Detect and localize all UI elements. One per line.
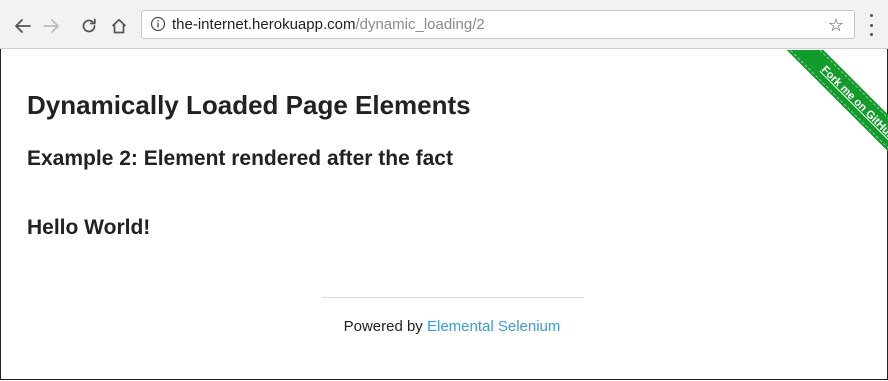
arrow-right-icon <box>43 19 59 33</box>
elemental-selenium-link[interactable]: Elemental Selenium <box>427 318 560 335</box>
home-button[interactable] <box>108 15 130 37</box>
page-title: Dynamically Loaded Page Elements <box>27 90 471 120</box>
arrow-left-icon <box>15 19 31 33</box>
kebab-menu-icon[interactable] <box>864 14 878 36</box>
fork-me-on-github-link[interactable]: Fork me on GitHub <box>779 50 888 182</box>
github-ribbon: Fork me on GitHub <box>738 50 888 200</box>
forward-button[interactable] <box>40 15 62 37</box>
star-icon[interactable]: ☆ <box>828 15 844 35</box>
url-text[interactable]: the-internet.herokuapp.com/dynamic_loadi… <box>172 16 485 34</box>
footer-prefix: Powered by <box>343 318 423 335</box>
finish-text: Hello World! <box>27 216 151 239</box>
reload-button[interactable] <box>78 15 100 37</box>
address-bar[interactable]: the-internet.herokuapp.com/dynamic_loadi… <box>141 10 855 39</box>
home-icon <box>111 18 127 34</box>
back-button[interactable] <box>12 15 34 37</box>
url-host: the-internet.herokuapp.com <box>172 16 356 33</box>
browser-toolbar: the-internet.herokuapp.com/dynamic_loadi… <box>0 0 888 49</box>
footer-divider <box>322 297 584 298</box>
reload-icon <box>82 18 96 33</box>
url-path: /dynamic_loading/2 <box>355 16 485 33</box>
info-icon[interactable] <box>150 16 166 32</box>
example-title: Example 2: Element rendered after the fa… <box>27 147 453 170</box>
footer: Powered by Elemental Selenium <box>0 318 888 335</box>
